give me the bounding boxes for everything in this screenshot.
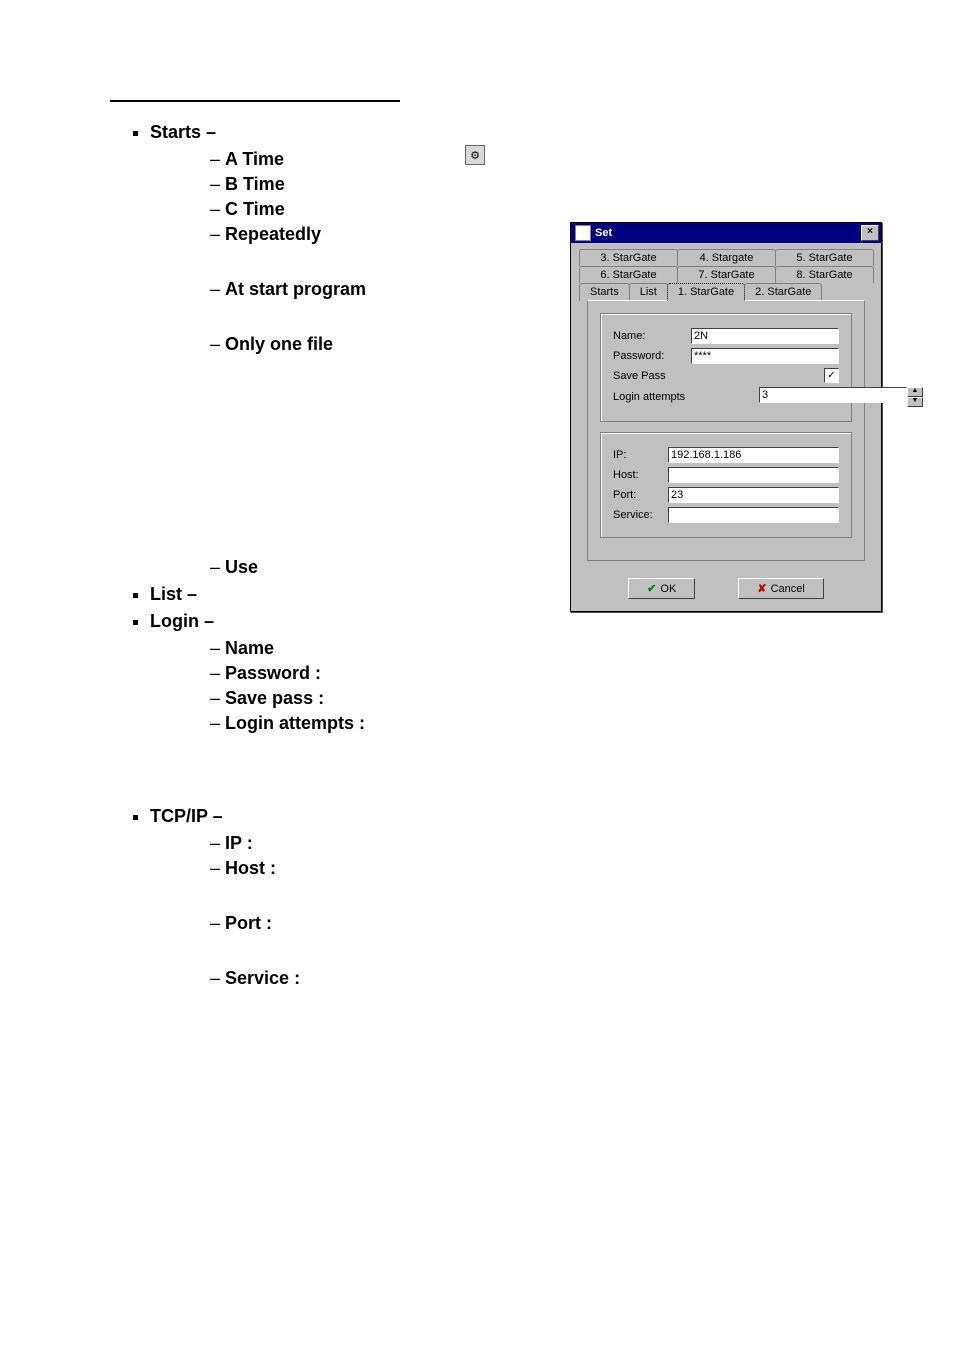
close-icon[interactable]: ×	[861, 225, 879, 241]
item-savepass: Save pass :	[210, 688, 844, 709]
ok-button[interactable]: ✔ OK	[628, 578, 695, 599]
port-field[interactable]	[668, 487, 839, 503]
item-password: Password :	[210, 663, 844, 684]
attempts-field[interactable]	[759, 387, 907, 403]
label-name: Name:	[613, 330, 691, 342]
dialog-title: Set	[595, 227, 612, 239]
item-service: Service :	[210, 968, 844, 989]
separator-line	[110, 100, 400, 102]
label-attempts: Login attempts	[613, 391, 759, 403]
item-login: Login –	[150, 611, 844, 632]
item-attempts: Login attempts :	[210, 713, 844, 734]
label-port: Port:	[613, 489, 668, 501]
tab-8-stargate[interactable]: 8. StarGate	[775, 266, 874, 283]
app-icon	[575, 225, 591, 241]
tab-7-stargate[interactable]: 7. StarGate	[677, 266, 776, 283]
item-b-time: B Time	[210, 174, 844, 195]
label-password: Password:	[613, 350, 691, 362]
item-c-time: C Time	[210, 199, 844, 220]
tab-1-stargate[interactable]: 1. StarGate	[667, 283, 745, 301]
spin-up-icon[interactable]: ▲	[907, 387, 923, 397]
login-group: Name: Password: Save Pass ✓ Login attemp…	[600, 313, 852, 422]
spin-down-icon[interactable]: ▼	[907, 397, 923, 407]
check-icon: ✔	[647, 582, 656, 595]
tab-5-stargate[interactable]: 5. StarGate	[775, 249, 874, 266]
item-ip: IP :	[210, 833, 844, 854]
tab-list[interactable]: List	[629, 283, 668, 301]
item-starts: Starts –	[150, 122, 844, 143]
ok-label: OK	[660, 583, 676, 595]
tab-2-stargate[interactable]: 2. StarGate	[744, 283, 822, 301]
label-savepass: Save Pass	[613, 370, 824, 382]
password-field[interactable]	[691, 348, 839, 364]
item-name: Name	[210, 638, 844, 659]
toolbar-icon: ⚙	[465, 145, 485, 165]
label-ip: IP:	[613, 449, 668, 461]
savepass-checkbox[interactable]: ✓	[824, 368, 839, 383]
set-dialog: Set × 3. StarGate 4. Stargate 5. StarGat…	[570, 222, 882, 612]
item-port: Port :	[210, 913, 844, 934]
name-field[interactable]	[691, 328, 839, 344]
label-service: Service:	[613, 509, 668, 521]
service-field[interactable]	[668, 507, 839, 523]
tcpip-group: IP: Host: Port: Service:	[600, 432, 852, 538]
cancel-label: Cancel	[771, 583, 805, 595]
dialog-titlebar[interactable]: Set ×	[571, 223, 881, 243]
item-host: Host :	[210, 858, 844, 879]
item-a-time: A Time	[210, 149, 844, 170]
tab-6-stargate[interactable]: 6. StarGate	[579, 266, 678, 283]
item-tcpip: TCP/IP –	[150, 806, 844, 827]
cancel-button[interactable]: ✘ Cancel	[738, 578, 823, 599]
tab-4-stargate[interactable]: 4. Stargate	[677, 249, 776, 266]
ip-field[interactable]	[668, 447, 839, 463]
label-host: Host:	[613, 469, 668, 481]
x-icon: ✘	[757, 582, 766, 595]
tab-starts[interactable]: Starts	[579, 283, 630, 301]
tab-3-stargate[interactable]: 3. StarGate	[579, 249, 678, 266]
host-field[interactable]	[668, 467, 839, 483]
